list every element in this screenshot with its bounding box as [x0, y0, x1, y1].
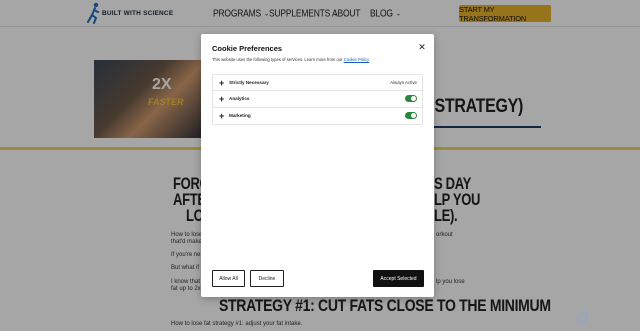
dialog-title: Cookie Preferences	[212, 44, 283, 53]
plus-icon[interactable]: +	[219, 110, 224, 122]
cookie-policy-link[interactable]: Cookie Policy	[344, 57, 369, 62]
marketing-toggle[interactable]	[405, 111, 417, 119]
pref-marketing[interactable]: + Marketing	[213, 108, 422, 124]
close-icon[interactable]: ✕	[417, 42, 427, 52]
pref-strictly-necessary[interactable]: + Strictly Necessary Always Active	[213, 75, 422, 92]
accept-selected-button[interactable]: Accept Selected	[373, 270, 424, 287]
recaptcha-icon[interactable]	[576, 311, 588, 323]
pref-status: Always Active	[390, 80, 417, 85]
plus-icon[interactable]: +	[219, 93, 224, 105]
toggle-knob	[411, 112, 416, 118]
pref-label: Strictly Necessary	[229, 80, 269, 85]
analytics-toggle[interactable]	[405, 95, 417, 103]
plus-icon[interactable]: +	[219, 77, 224, 89]
cookie-preferences-dialog: Cookie Preferences ✕ This website uses t…	[201, 34, 434, 297]
pref-analytics[interactable]: + Analytics	[213, 91, 422, 108]
toggle-knob	[411, 96, 416, 102]
dialog-description: This website uses the following types of…	[212, 57, 369, 62]
decline-button[interactable]: Decline	[250, 270, 284, 287]
pref-label: Marketing	[229, 112, 251, 118]
pref-label: Analytics	[229, 96, 250, 102]
allow-all-button[interactable]: Allow All	[212, 270, 245, 287]
preference-list: + Strictly Necessary Always Active + Ana…	[212, 74, 423, 125]
description-text: This website uses the following types of…	[212, 57, 343, 62]
